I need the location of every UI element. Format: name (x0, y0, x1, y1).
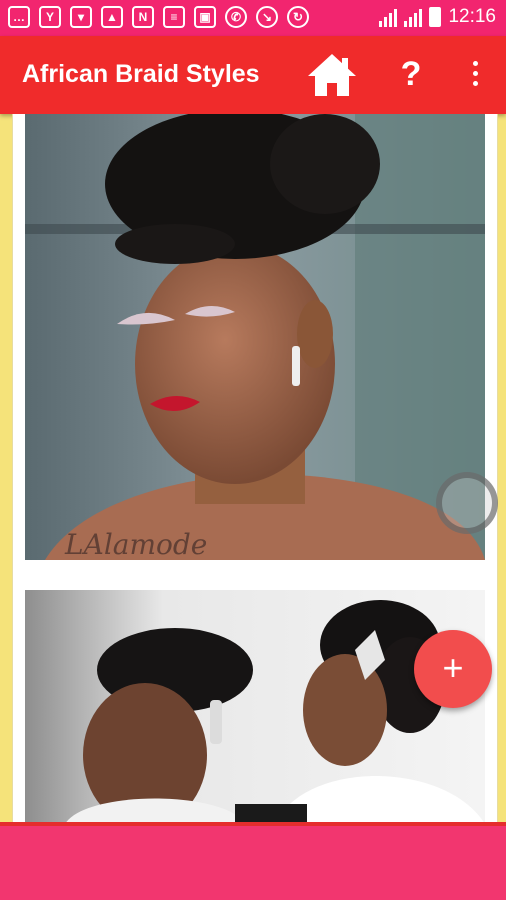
home-icon (308, 54, 356, 96)
battery-icon (429, 7, 442, 27)
photo-watermark: LAlamode (64, 528, 207, 560)
hairstyle-photo-image (25, 590, 485, 824)
bottom-banner (0, 822, 506, 900)
overflow-menu-button[interactable] (462, 56, 488, 96)
whatsapp-icon: ✆ (225, 6, 247, 28)
y-app-icon: Y (39, 6, 61, 28)
app-title: African Braid Styles (22, 60, 260, 88)
gallery-list[interactable]: LAlamode (12, 114, 498, 824)
missed-call-icon: ↘ (256, 6, 278, 28)
status-bar: … Y ▾ ▲ N ≡ ▣ ✆ ↘ ↻ 12:16 (0, 0, 506, 36)
office-icon: ▣ (194, 6, 216, 28)
message-icon: … (8, 6, 30, 28)
help-button[interactable]: ? (396, 54, 426, 94)
add-fab-button[interactable]: + (414, 630, 492, 708)
app-bar: African Braid Styles ? (0, 36, 506, 114)
dot (472, 81, 478, 86)
n-app-icon: N (132, 6, 154, 28)
home-button[interactable] (306, 52, 358, 98)
status-time: 12:16 (448, 6, 496, 27)
signal-icon (379, 7, 398, 27)
signal-icon-2 (404, 7, 423, 27)
fast-scroll-handle[interactable] (436, 472, 498, 534)
chat-icon: ≡ (163, 6, 185, 28)
hairstyle-photo-image: LAlamode (25, 114, 485, 560)
dot (472, 71, 478, 76)
sync-icon: ↻ (287, 6, 309, 28)
shirt-icon: ▾ (70, 6, 92, 28)
dot (472, 61, 478, 66)
gallery-photo[interactable]: LAlamode (25, 114, 485, 560)
gallery-photo[interactable] (25, 590, 485, 824)
notification-icons: … Y ▾ ▲ N ≡ ▣ ✆ ↘ ↻ (8, 6, 309, 28)
image-icon: ▲ (101, 6, 123, 28)
